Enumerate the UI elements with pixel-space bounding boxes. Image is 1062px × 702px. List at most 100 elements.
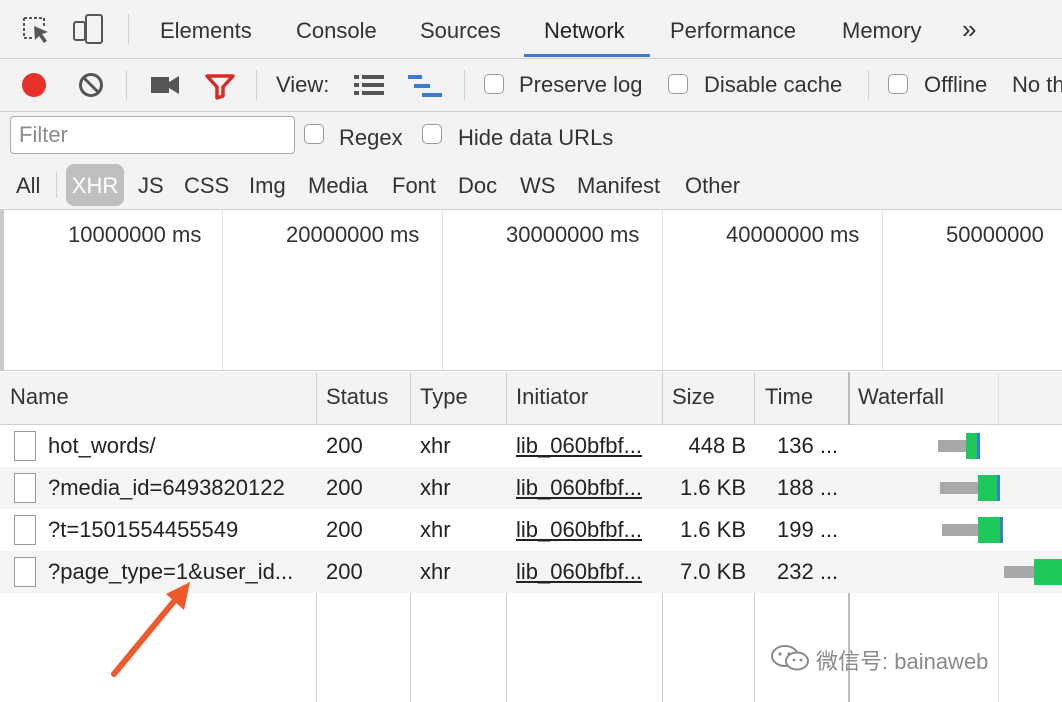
tab-memory[interactable]: Memory bbox=[842, 0, 921, 58]
type-filter-manifest[interactable]: Manifest bbox=[577, 164, 660, 206]
toolbar-divider bbox=[126, 70, 127, 100]
toolbar-divider bbox=[256, 70, 257, 100]
waterfall-waiting-bar bbox=[1004, 566, 1034, 578]
type-filter-xhr[interactable]: XHR bbox=[66, 164, 124, 206]
offline-checkbox[interactable] bbox=[888, 74, 908, 94]
toolbar-divider bbox=[464, 70, 465, 100]
request-type: xhr bbox=[420, 559, 451, 584]
device-toolbar-icon[interactable] bbox=[72, 12, 106, 46]
request-status: 200 bbox=[326, 433, 363, 458]
waterfall-waiting-bar bbox=[938, 440, 966, 452]
offline-label[interactable]: Offline bbox=[924, 72, 987, 98]
type-filter-css[interactable]: CSS bbox=[184, 164, 229, 206]
filter-icon[interactable] bbox=[204, 72, 236, 100]
column-header-time[interactable]: Time bbox=[765, 384, 813, 410]
large-rows-icon[interactable] bbox=[354, 74, 386, 96]
hide-data-urls-checkbox[interactable] bbox=[422, 124, 442, 144]
tab-elements[interactable]: Elements bbox=[160, 0, 252, 58]
active-tab-indicator bbox=[524, 54, 650, 57]
overview-gridline bbox=[442, 210, 443, 370]
tab-performance[interactable]: Performance bbox=[670, 0, 796, 58]
disable-cache-label[interactable]: Disable cache bbox=[704, 72, 842, 98]
column-header-name[interactable]: Name bbox=[10, 384, 69, 410]
file-icon bbox=[14, 557, 36, 587]
overview-gridline bbox=[662, 210, 663, 370]
request-size: 448 B bbox=[688, 433, 747, 458]
type-filter-doc[interactable]: Doc bbox=[458, 164, 497, 206]
tab-network[interactable]: Network bbox=[544, 0, 625, 58]
type-divider bbox=[56, 172, 57, 198]
column-header-initiator[interactable]: Initiator bbox=[516, 384, 588, 410]
type-filter-media[interactable]: Media bbox=[308, 164, 368, 206]
preserve-log-label[interactable]: Preserve log bbox=[519, 72, 643, 98]
type-filter-ws[interactable]: WS bbox=[520, 164, 555, 206]
tab-console[interactable]: Console bbox=[296, 0, 377, 58]
wechat-icon bbox=[770, 644, 810, 672]
type-filter-other[interactable]: Other bbox=[685, 164, 740, 206]
file-icon bbox=[14, 473, 36, 503]
waterfall-download-bar bbox=[978, 517, 1000, 543]
tab-sources[interactable]: Sources bbox=[420, 0, 501, 58]
overview-tick-label: 10000000 ms bbox=[68, 222, 202, 247]
waterfall-download-bar bbox=[978, 475, 997, 501]
request-name: ?media_id=6493820122 bbox=[48, 475, 285, 500]
request-initiator-link[interactable]: lib_060bfbf... bbox=[516, 517, 642, 543]
type-filter-all[interactable]: All bbox=[16, 164, 40, 206]
overview-tick-label: 20000000 ms bbox=[286, 222, 420, 247]
request-size: 1.6 KB bbox=[679, 475, 746, 500]
table-row[interactable]: ?media_id=6493820122 200 xhr lib_060bfbf… bbox=[0, 467, 1062, 509]
request-time: 199 ... bbox=[777, 517, 839, 542]
column-header-size[interactable]: Size bbox=[672, 384, 715, 410]
filter-input[interactable] bbox=[10, 116, 295, 154]
waterfall-waiting-bar bbox=[942, 524, 978, 536]
waterfall-view-icon[interactable] bbox=[408, 74, 444, 98]
request-name: ?t=1501554455549 bbox=[48, 517, 239, 542]
request-type: xhr bbox=[420, 433, 451, 458]
request-status: 200 bbox=[326, 517, 363, 542]
waterfall-marker bbox=[997, 475, 1000, 501]
request-initiator-link[interactable]: lib_060bfbf... bbox=[516, 475, 642, 501]
disable-cache-checkbox[interactable] bbox=[668, 74, 688, 94]
hide-data-urls-label[interactable]: Hide data URLs bbox=[458, 125, 613, 151]
throttling-select[interactable]: No th bbox=[1012, 72, 1062, 98]
waterfall-download-bar bbox=[1034, 559, 1062, 585]
file-icon bbox=[14, 431, 36, 461]
type-filter-js[interactable]: JS bbox=[138, 164, 164, 206]
annotation-arrow-icon bbox=[111, 582, 190, 677]
toolbar-divider bbox=[868, 70, 869, 100]
request-initiator-link[interactable]: lib_060bfbf... bbox=[516, 559, 642, 585]
column-header-waterfall[interactable]: Waterfall bbox=[858, 384, 944, 410]
more-tabs-icon[interactable]: » bbox=[962, 0, 976, 58]
column-header-status[interactable]: Status bbox=[326, 384, 388, 410]
request-status: 200 bbox=[326, 559, 363, 584]
regex-label[interactable]: Regex bbox=[339, 125, 403, 151]
toolbar-divider bbox=[128, 14, 129, 44]
request-size: 7.0 KB bbox=[679, 559, 746, 584]
table-row[interactable]: hot_words/ 200 xhr lib_060bfbf... 448 B … bbox=[0, 425, 1062, 467]
overview-left-handle[interactable] bbox=[0, 210, 4, 370]
clear-icon[interactable] bbox=[78, 72, 104, 98]
record-icon[interactable] bbox=[20, 71, 48, 99]
waterfall-download-bar bbox=[966, 433, 977, 459]
file-icon bbox=[14, 515, 36, 545]
type-filter-font[interactable]: Font bbox=[392, 164, 436, 206]
column-header-type[interactable]: Type bbox=[420, 384, 468, 410]
request-name: hot_words/ bbox=[48, 433, 156, 458]
table-row[interactable]: ?t=1501554455549 200 xhr lib_060bfbf... … bbox=[0, 509, 1062, 551]
regex-checkbox[interactable] bbox=[304, 124, 324, 144]
request-type: xhr bbox=[420, 517, 451, 542]
overview-tick-label: 50000000 bbox=[946, 222, 1044, 247]
request-time: 136 ... bbox=[777, 433, 839, 458]
overview-gridline bbox=[882, 210, 883, 370]
type-filter-img[interactable]: Img bbox=[249, 164, 286, 206]
preserve-log-checkbox[interactable] bbox=[484, 74, 504, 94]
waterfall-marker bbox=[977, 433, 980, 459]
request-time: 232 ... bbox=[777, 559, 839, 584]
screenshot-camera-icon[interactable] bbox=[150, 74, 180, 96]
waterfall-marker bbox=[1000, 517, 1003, 543]
inspect-element-icon[interactable] bbox=[20, 14, 52, 46]
overview-gridline bbox=[222, 210, 223, 370]
request-initiator-link[interactable]: lib_060bfbf... bbox=[516, 433, 642, 459]
request-type: xhr bbox=[420, 475, 451, 500]
watermark-text: 微信号: bainaweb bbox=[816, 649, 989, 674]
